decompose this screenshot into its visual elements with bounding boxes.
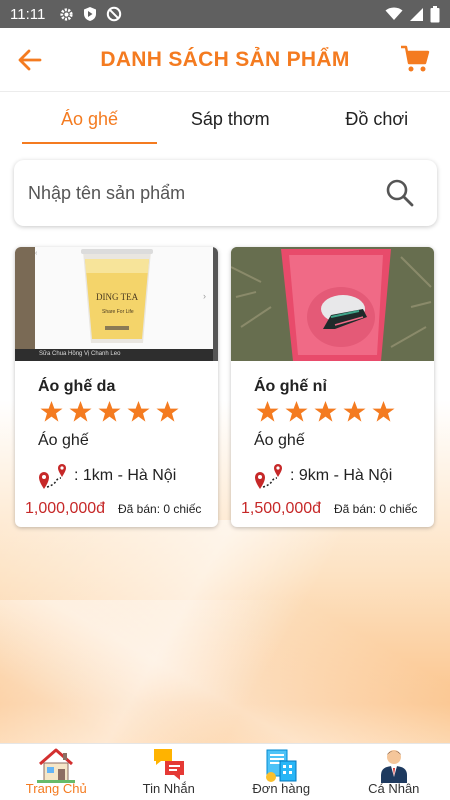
product-card[interactable]: Áo ghế nỉ Áo ghế : 9km - Hà Nội 1,500,00… xyxy=(231,247,434,527)
product-name: Áo ghế nỉ xyxy=(254,378,327,395)
star-icon xyxy=(98,400,121,422)
nav-messages-label: Tin Nhắn xyxy=(142,781,195,796)
orders-icon xyxy=(266,749,297,782)
tab-ao-ghe[interactable]: Áo ghế xyxy=(0,96,157,146)
bottom-navigation: Trang Chủ Tin Nhắn Đơn hàng Cá Nhân xyxy=(0,743,450,800)
product-distance: : 1km - Hà Nội xyxy=(74,467,177,484)
signal-icon xyxy=(410,7,423,21)
product-name: Áo ghế da xyxy=(38,378,116,395)
product-category: Áo ghế xyxy=(38,432,89,449)
star-icon xyxy=(343,400,366,422)
star-icon xyxy=(372,400,395,422)
profile-icon xyxy=(380,750,407,783)
image-brand-text: DING TEA xyxy=(96,292,139,302)
tab-sap-thom[interactable]: Sáp thơm xyxy=(157,96,304,146)
wifi-icon xyxy=(385,7,403,20)
star-icon xyxy=(127,400,150,422)
image-brand-sub-text: Share For Life xyxy=(102,309,134,315)
cart-icon[interactable] xyxy=(400,44,430,74)
location-route-icon xyxy=(39,464,66,489)
product-image: ‹ › DING TEA Share For Life Sữa Chua Hồn… xyxy=(15,247,218,361)
battery-icon xyxy=(430,5,440,22)
star-icon xyxy=(40,400,63,422)
category-tabs: Áo ghế Sáp thơm Đồ chơi xyxy=(0,96,450,146)
nav-orders[interactable]: Đơn hàng xyxy=(225,744,338,800)
product-price: 1,000,000đ xyxy=(25,500,106,517)
product-sold-count: Đã bán: 0 chiếc xyxy=(334,502,418,516)
tab-do-choi[interactable]: Đồ chơi xyxy=(304,96,450,146)
nav-profile-label: Cá Nhân xyxy=(368,781,420,796)
chat-icon xyxy=(153,749,184,780)
shield-icon xyxy=(84,7,97,21)
app-header: DANH SÁCH SẢN PHẨM xyxy=(0,28,450,92)
background-decoration xyxy=(0,520,450,760)
search-input[interactable] xyxy=(28,182,385,204)
page-title: DANH SÁCH SẢN PHẨM xyxy=(100,47,350,71)
location-route-icon xyxy=(255,464,282,489)
nav-profile[interactable]: Cá Nhân xyxy=(338,744,450,800)
star-icon xyxy=(69,400,92,422)
product-card[interactable]: ‹ › DING TEA Share For Life Sữa Chua Hồn… xyxy=(15,247,218,527)
back-arrow-icon[interactable] xyxy=(16,46,44,74)
nav-orders-label: Đơn hàng xyxy=(252,781,311,796)
svg-text:›: › xyxy=(203,291,206,301)
nav-messages[interactable]: Tin Nhắn xyxy=(113,744,226,800)
background-decoration xyxy=(0,600,450,760)
product-distance: : 9km - Hà Nội xyxy=(290,467,393,484)
star-icon xyxy=(156,400,179,422)
product-image xyxy=(231,247,434,361)
rating-stars xyxy=(40,400,179,423)
product-sold-count: Đã bán: 0 chiếc xyxy=(118,502,202,516)
search-icon[interactable] xyxy=(385,178,415,208)
product-location: : 9km - Hà Nội xyxy=(254,462,392,490)
settings-icon xyxy=(60,7,73,21)
image-caption: Sữa Chua Hồng Vị Chanh Leo xyxy=(39,351,121,357)
product-price: 1,500,000đ xyxy=(241,500,322,517)
product-location: : 1km - Hà Nội xyxy=(38,462,176,490)
nav-home-label: Trang Chủ xyxy=(25,781,87,796)
status-bar: 11:11 xyxy=(0,0,450,28)
search-box xyxy=(14,160,437,226)
home-icon xyxy=(37,748,76,783)
product-category: Áo ghế xyxy=(254,432,305,449)
status-time: 11:11 xyxy=(10,5,46,23)
star-icon xyxy=(314,400,337,422)
nav-home[interactable]: Trang Chủ xyxy=(0,744,113,800)
star-icon xyxy=(256,400,279,422)
star-icon xyxy=(285,400,308,422)
blocked-icon xyxy=(107,6,122,22)
rating-stars xyxy=(256,400,395,423)
